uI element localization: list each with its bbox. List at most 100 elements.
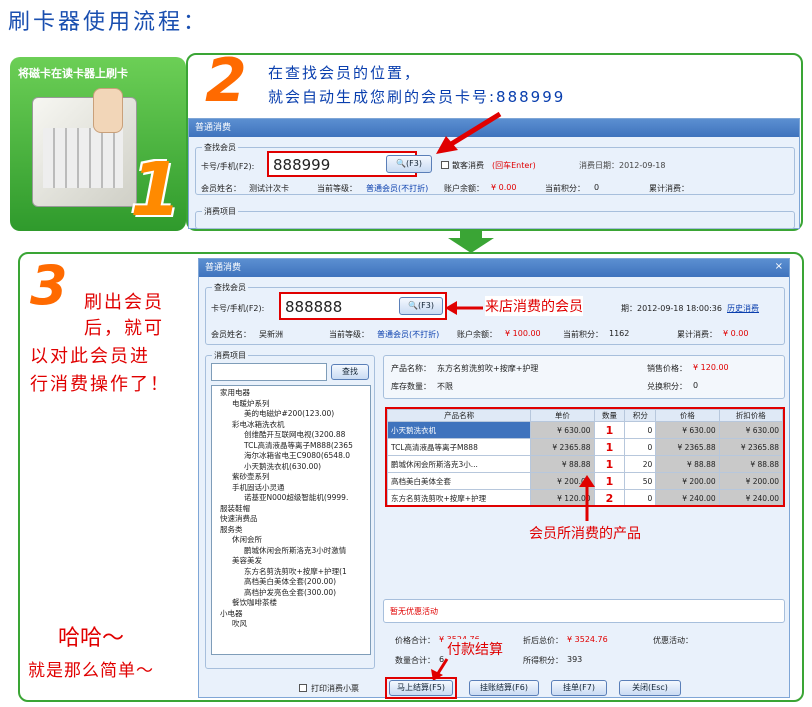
cell-qty[interactable]: 1 [593, 438, 626, 456]
hang-checkout-button[interactable]: 挂账结算(F6) [469, 680, 539, 696]
discount-total-label: 折后总价： [523, 636, 563, 645]
find-member-legend-1: 查找会员 [202, 142, 238, 153]
tree-node[interactable]: 服装鞋帽 [214, 504, 368, 515]
tree-node[interactable]: 高档护发亮色全套(300.00) [214, 588, 368, 599]
cell-total: ¥ 630.00 [655, 421, 720, 439]
card-label-1: 卡号/手机(F2): [201, 162, 255, 171]
points-label-1: 当前积分： [545, 184, 585, 193]
tree-node[interactable]: TCL高清液晶等离子M888(2365 [214, 441, 368, 452]
name-label-1: 会员姓名： [201, 184, 241, 193]
cell-total: ¥ 2365.88 [655, 438, 720, 456]
walkin-checkbox[interactable] [441, 161, 449, 169]
level-value-2: 普通会员(不打折) [377, 330, 440, 339]
search-button-2[interactable]: 🔍(F3) [399, 297, 443, 315]
items-legend-1: 消费项目 [202, 206, 238, 217]
cell-qty[interactable]: 1 [593, 472, 626, 490]
checkout-button[interactable]: 马上结算(F5) [389, 680, 453, 696]
tree-node[interactable]: 美的电磁炉#200(123.00) [214, 409, 368, 420]
simple-text: 就是那么简单～ [28, 661, 154, 681]
tree-node[interactable]: 吹风 [214, 619, 368, 630]
cell-points: 0 [624, 489, 657, 505]
consume-window-2: 普通消费 × 查找会员 卡号/手机(F2): 888888 🔍(F3) 来店消费… [198, 258, 790, 699]
close-button[interactable]: 关闭(Esc) [619, 680, 681, 696]
cell-qty[interactable]: 2 [593, 489, 626, 505]
step2-line2: 就会自动生成您刷的会员卡号:888999 [268, 88, 566, 106]
earned-points-label: 所得积分： [523, 656, 563, 665]
window2-title: 普通消费 [199, 259, 789, 277]
tree-node[interactable]: 休闲会所 [214, 535, 368, 546]
points-label-2: 当前积分： [563, 330, 603, 339]
find-member-legend-2: 查找会员 [212, 282, 248, 293]
cell-name: 小天鹅洗衣机 [387, 421, 532, 439]
cell-qty[interactable]: 1 [593, 455, 626, 473]
tree-node[interactable]: 彩电冰箱洗衣机 [214, 420, 368, 431]
total-label-1: 累计消费： [649, 184, 689, 193]
product-name-value: 东方名剪洗剪吹+按摩+护理 [437, 364, 539, 373]
search-icon: 🔍 [408, 301, 419, 310]
date-label-2: 期：2012-09-18 18:00:36 [621, 304, 722, 313]
tree-node[interactable]: 诺基亚N000超级智能机(9999. [214, 493, 368, 504]
pay-annotation: 付款结算 [447, 639, 503, 659]
tree-node[interactable]: 电暖炉系列 [214, 399, 368, 410]
cell-name: 高档美白美体全套 [387, 472, 532, 490]
points-value-1: 0 [594, 183, 600, 192]
print-checkbox[interactable] [299, 684, 307, 692]
walkin-hint: (回车Enter) [492, 161, 536, 170]
tree-node[interactable]: 快速消费品 [214, 514, 368, 525]
walkin-label: 散客消费 [452, 161, 484, 170]
item-search-button[interactable]: 查找 [331, 364, 369, 380]
search-button-2-label: (F3) [418, 301, 434, 310]
points-value-2: 1162 [609, 329, 630, 338]
col-header[interactable]: 积分 [624, 409, 657, 422]
table-row[interactable]: TCL高清液晶等离子M888 ¥ 2365.88 1 0 ¥ 2365.88 ¥… [387, 438, 783, 456]
cell-total: ¥ 240.00 [655, 489, 720, 505]
cell-discount: ¥ 240.00 [718, 489, 783, 505]
name-label-2: 会员姓名： [211, 330, 251, 339]
cell-total: ¥ 200.00 [655, 472, 720, 490]
col-header[interactable]: 单价 [530, 409, 595, 422]
sale-price-value: ¥ 120.00 [693, 363, 729, 372]
arrow-to-member-icon [445, 301, 483, 315]
col-header[interactable]: 价格 [655, 409, 720, 422]
table-row[interactable]: 鹏城休闲会所斯洛克3小... ¥ 88.88 1 20 ¥ 88.88 ¥ 88… [387, 455, 783, 473]
tree-node[interactable]: 创维酷开互联网电视(3200.88 [214, 430, 368, 441]
step3-number: 3 [30, 254, 68, 317]
history-link[interactable]: 历史消费 [727, 303, 759, 314]
col-header[interactable]: 产品名称 [387, 409, 532, 422]
product-info-group [383, 355, 785, 399]
hold-order-button[interactable]: 挂单(F7) [551, 680, 607, 696]
tree-node[interactable]: 东方名剪洗剪吹+按摩+护理(1 [214, 567, 368, 578]
search-button-1[interactable]: 🔍(F3) [386, 155, 432, 173]
earned-points-value: 393 [567, 655, 583, 664]
tree-node[interactable]: 鹏城休闲会所斯洛克3小时激情 [214, 546, 368, 557]
exchange-points-value: 0 [693, 381, 699, 390]
tree-node[interactable]: 小天鹅洗衣机(630.00) [214, 462, 368, 473]
total-price-label: 价格合计： [395, 636, 435, 645]
print-label: 打印消费小票 [311, 684, 359, 693]
tree-node[interactable]: 海尔冰箱省电王C9080(6548.0 [214, 451, 368, 462]
tree-node[interactable]: 家用电器 [214, 388, 368, 399]
level-value-1: 普通会员(不打折) [366, 184, 429, 193]
tree-node[interactable]: 服务类 [214, 525, 368, 536]
cell-name: 东方名剪洗剪吹+按摩+护理 [387, 489, 532, 505]
tree-node[interactable]: 美容美发 [214, 556, 368, 567]
col-header[interactable]: 数量 [593, 409, 626, 422]
cell-qty[interactable]: 1 [593, 421, 626, 439]
tree-node[interactable]: 小电器 [214, 609, 368, 620]
tree-node[interactable]: 高档美白美体全套(200.00) [214, 577, 368, 588]
item-search-input[interactable] [211, 363, 327, 381]
col-header[interactable]: 折扣价格 [718, 409, 783, 422]
cell-name: TCL高清液晶等离子M888 [387, 438, 532, 456]
category-tree[interactable]: 家用电器 电暖炉系列 美的电磁炉#200(123.00) 彩电冰箱洗衣机 创维酷… [211, 385, 371, 655]
window-close-icon[interactable]: × [775, 261, 783, 272]
step1-label: 将磁卡在读卡器上刷卡 [18, 67, 128, 80]
table-row[interactable]: 小天鹅洗衣机 ¥ 630.00 1 0 ¥ 630.00 ¥ 630.00 [387, 421, 783, 439]
balance-label-2: 账户余额： [457, 330, 497, 339]
name-value-1: 测试计次卡 [249, 184, 289, 193]
step3-line2: 后，就可 [84, 318, 164, 339]
tree-node[interactable]: 手机固话小灵通 [214, 483, 368, 494]
tree-node[interactable]: 紫砂壶系列 [214, 472, 368, 483]
page-title: 刷卡器使用流程： [8, 10, 209, 35]
table-header-row: 产品名称 单价 数量 积分 价格 折扣价格 [387, 409, 783, 422]
tree-node[interactable]: 餐饮咖啡茶楼 [214, 598, 368, 609]
